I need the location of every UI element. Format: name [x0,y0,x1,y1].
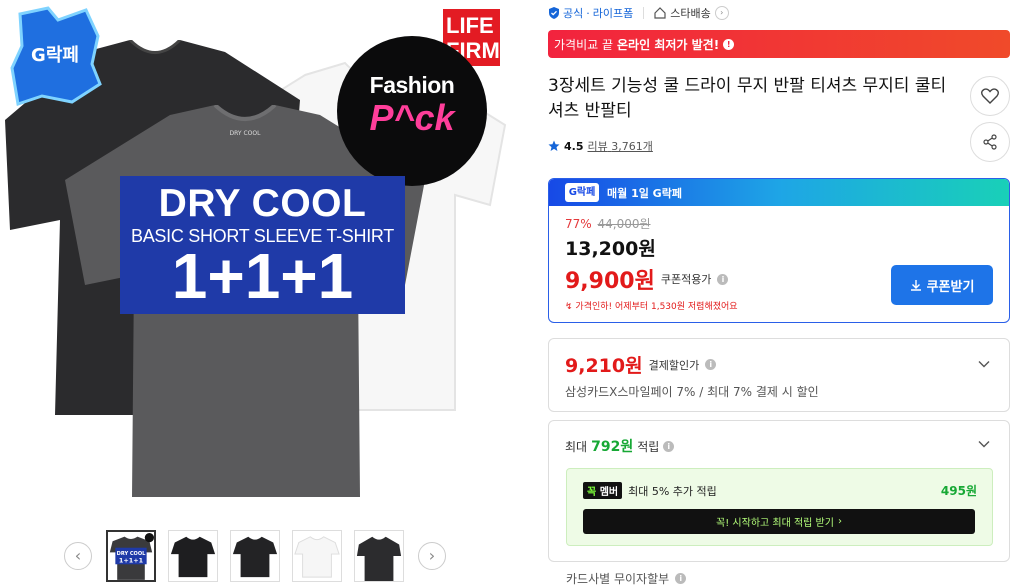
chevron-right-icon[interactable]: › [418,542,446,570]
info-icon[interactable]: i [717,273,729,285]
chevron-left-icon[interactable]: ‹ [64,542,92,570]
product-main-image[interactable]: DRY COOL G락페 LIFE FIRM Fashion P^ck DRY C… [0,0,520,520]
home-icon [654,7,666,19]
download-icon [910,280,921,291]
fashion-pack-badge: Fashion P^ck [337,36,487,186]
sale-price: 13,200원 [565,238,656,260]
price-drop-note: ↯ 가격인하! 어제부터 1,530원 저렴해졌어요 [565,302,738,312]
promo-overlay: DRY COOL BASIC SHORT SLEEVE T-SHIRT 1+1+… [120,176,405,314]
original-price: 44,000원 [597,217,651,231]
payment-discount-card[interactable]: 9,210원 결제할인가 i 삼성카드X스마일페이 7% / 최대 7% 결제 … [548,338,1010,412]
points-amount: 792원 [591,439,634,455]
info-icon[interactable]: i [663,440,675,452]
thumbnail-strip: ‹ DRY COOL 1+1+1 › [60,528,460,584]
get-coupon-button[interactable]: 쿠폰받기 [891,265,993,305]
coupon-price: 9,900원 [565,269,655,294]
lowest-price-banner[interactable]: 가격비교 끝 온라인 최저가 발견! ! [548,30,1010,58]
chevron-down-icon[interactable] [977,437,991,451]
product-gallery: DRY COOL G락페 LIFE FIRM Fashion P^ck DRY C… [0,0,520,584]
coupon-price-box: G락페 매월 1일 G락페 77% 44,000원 13,200원 9,900원… [548,178,1010,323]
points-card: 최대 792원 적립 i 꼭 멤버 최대 5% 추가 적립 495원 꼭! 시작… [548,420,1010,562]
rating-summary: 4.5 리뷰 3,761개 [548,138,653,154]
product-title: 3장세트 기능성 쿨 드라이 무지 반팔 티셔츠 무지티 쿨티셔츠 반팔티 [548,76,947,121]
g-festival-badge-icon: G락페 [10,6,102,106]
chevron-down-icon[interactable] [977,357,991,371]
shield-check-icon [549,7,559,19]
star-icon [548,140,560,151]
price-lines: 77% 44,000원 13,200원 9,900원 쿠폰적용가 i ↯ 가격인… [565,217,738,312]
payment-price: 9,210원 [565,355,643,377]
official-store-link[interactable]: 공식 · 라이프폼 [548,5,633,21]
share-icon[interactable] [970,122,1010,162]
thumbnail-4[interactable] [292,530,342,582]
svg-text:1+1+1: 1+1+1 [119,556,144,564]
store-info-line: 공식 · 라이프폼 스타배송 › [548,4,729,22]
thumbnail-3[interactable] [230,530,280,582]
membership-start-button[interactable]: 꼭! 시작하고 최대 적립 받기 › [583,509,975,534]
member-points: 495원 [940,484,977,498]
arrow-down-icon: ↯ [565,302,573,312]
divider [643,7,645,19]
star-delivery-link[interactable]: 스타배송 › [654,5,729,21]
chevron-right-icon: › [714,6,729,20]
product-info-panel: 공식 · 라이프폼 스타배송 › 가격비교 끝 온라인 최저가 발견! ! 3장… [548,0,1010,587]
heart-icon[interactable] [970,76,1010,116]
shirt-label-text: DRY COOL [230,130,262,137]
info-icon[interactable]: i [675,573,687,584]
info-icon: ! [723,38,735,50]
payment-desc: 삼성카드X스마일페이 7% / 최대 7% 결제 시 할인 [565,385,819,399]
membership-badge: 꼭 멤버 [583,482,623,499]
svg-text:G락페: G락페 [31,45,79,66]
chevron-right-icon: › [837,516,842,527]
thumbnail-5[interactable] [354,530,404,582]
thumbnail-1[interactable]: DRY COOL 1+1+1 [106,530,156,582]
promo-headline: DRY COOL [158,182,367,225]
membership-box: 꼭 멤버 최대 5% 추가 적립 495원 꼭! 시작하고 최대 적립 받기 › [566,468,993,546]
coupon-header: G락페 매월 1일 G락페 [549,179,1009,206]
discount-rate: 77% [565,217,592,231]
info-icon[interactable]: i [705,359,717,370]
review-link[interactable]: 리뷰 3,761개 [588,138,653,154]
installment-info: 카드사별 무이자할부 i [566,570,687,587]
thumbnail-2[interactable] [168,530,218,582]
g-festival-badge: G락페 [565,183,599,202]
promo-bundle: 1+1+1 [171,240,354,312]
